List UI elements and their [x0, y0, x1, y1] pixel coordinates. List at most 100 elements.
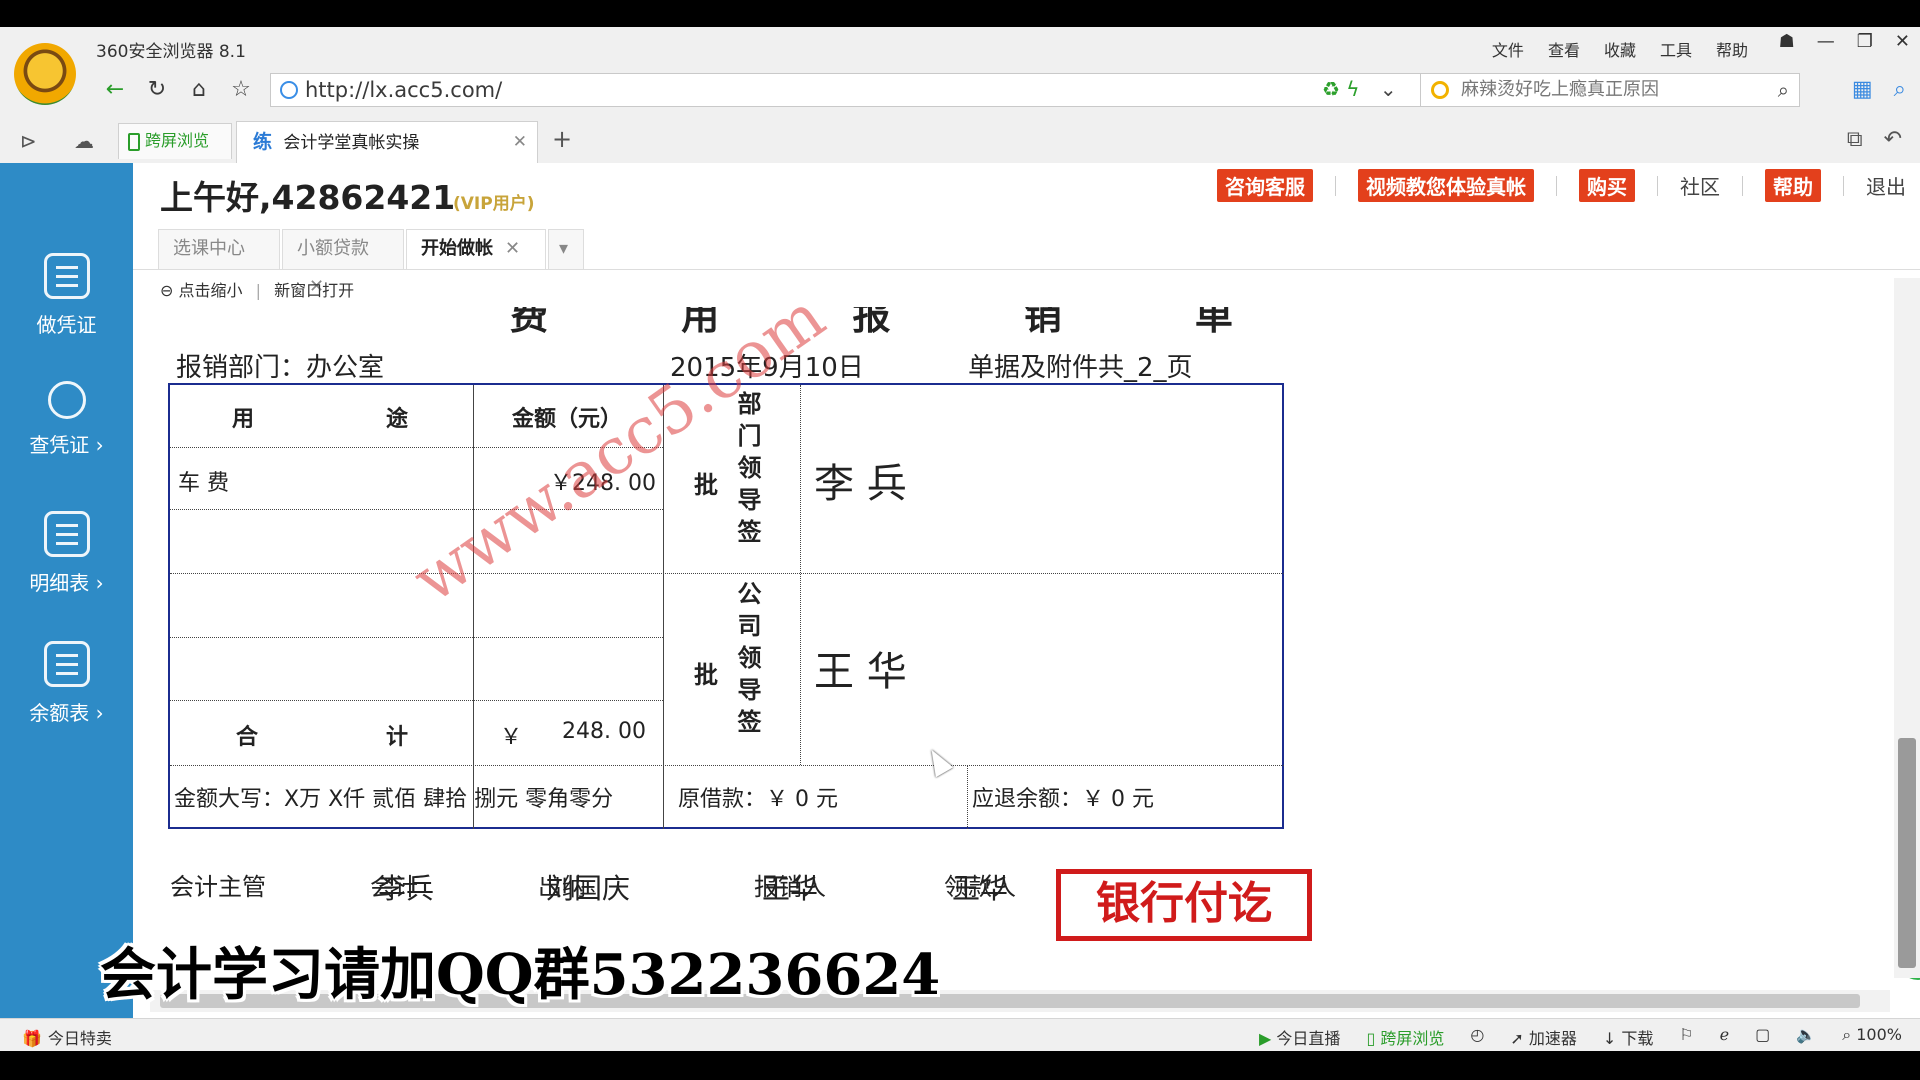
search-engine-icon: [1431, 81, 1449, 99]
col-purpose-b: 途: [386, 407, 409, 432]
skin-icon[interactable]: ☗: [1779, 31, 1795, 52]
back-icon[interactable]: ←: [100, 75, 130, 105]
company-approval-label: 公司领导签: [733, 581, 761, 741]
refresh-icon[interactable]: ↻: [142, 75, 172, 105]
tab-microloan[interactable]: 小额贷款✕: [282, 229, 404, 297]
sidebar-item-query-voucher[interactable]: 查凭证 ›: [0, 381, 133, 458]
tab-active[interactable]: 练 会计学堂真帐实操 ✕: [236, 121, 538, 163]
tab-row: ⊳ ☁ 跨屏浏览 练 会计学堂真帐实操 ✕ + ⧉ ↶: [0, 117, 1920, 163]
sidebar-item-detail[interactable]: 明细表 ›: [0, 511, 133, 596]
menu-tools[interactable]: 工具: [1658, 35, 1694, 63]
borrowed-amount: 原借款：￥ 0 元: [678, 787, 838, 812]
tab-start-bookkeeping[interactable]: 开始做帐 ✕: [406, 229, 546, 269]
magnifier-icon[interactable]: ⌕: [1894, 77, 1906, 102]
tab-course-center[interactable]: 选课中心: [158, 229, 280, 269]
flag-icon[interactable]: ⚐: [1679, 1025, 1693, 1049]
new-tab-icon[interactable]: +: [552, 125, 572, 153]
sidebar-label: 明细表 ›: [29, 571, 104, 595]
browser-menu: 文件 查看 收藏 工具 帮助: [1490, 35, 1750, 63]
browser-title: 360安全浏览器 8.1: [96, 42, 246, 62]
vertical-scrollbar[interactable]: [1894, 278, 1920, 978]
community-link[interactable]: 社区: [1680, 171, 1720, 200]
recycle-icon[interactable]: ♻: [1322, 77, 1340, 101]
live-label: 今日直播: [1276, 1029, 1341, 1048]
sidebar-toggle-icon[interactable]: ⊳: [20, 129, 37, 153]
maximize-icon[interactable]: ❐: [1857, 31, 1873, 52]
divider: [1843, 175, 1844, 196]
zoom-level[interactable]: ⌕ 100%: [1842, 1025, 1902, 1049]
tab-dropdown[interactable]: ▾: [548, 229, 584, 269]
sidebar-label: 余额表 ›: [29, 701, 104, 725]
apps-icon[interactable]: ▦: [1852, 77, 1873, 102]
search-placeholder: 麻辣烫好吃上瘾真正原因: [1461, 79, 1659, 100]
tab-label: 小额贷款: [297, 238, 369, 259]
grid-line: [170, 700, 663, 701]
cashier-field: 出纳 刘国庆: [538, 867, 630, 907]
expense-form-document: 费 用 报 销 单 报销部门：办公室 2015年9月10日 单据及附件共_2_页…: [150, 307, 1826, 967]
close-icon[interactable]: ✕: [1895, 31, 1910, 52]
buy-button[interactable]: 购买: [1579, 169, 1635, 202]
undo-icon[interactable]: ↶: [1884, 127, 1902, 152]
dept-approval-pi: 批: [694, 471, 718, 499]
star-icon[interactable]: ☆: [226, 75, 256, 105]
department: 报销部门：办公室: [176, 353, 385, 383]
tab-close-icon[interactable]: ✕: [513, 122, 527, 162]
document-icon: [43, 253, 90, 299]
tab-split-browse[interactable]: 跨屏浏览: [118, 123, 232, 159]
menu-view[interactable]: 查看: [1546, 35, 1582, 63]
restore-tabs-icon[interactable]: ⧉: [1847, 127, 1863, 152]
download-button[interactable]: ↓ 下载: [1603, 1025, 1654, 1049]
zoom-label: 100%: [1856, 1025, 1902, 1044]
home-icon[interactable]: ⌂: [184, 75, 214, 105]
bottom-black-bar: [0, 1051, 1920, 1080]
minimize-icon[interactable]: —: [1817, 31, 1835, 52]
consult-button[interactable]: 咨询客服: [1217, 169, 1313, 202]
list-icon: [43, 641, 90, 687]
zoom-out-link[interactable]: 点击缩小: [179, 281, 243, 300]
search-icon[interactable]: ⌕: [1778, 74, 1789, 106]
address-bar[interactable]: http://lx.acc5.com/: [270, 73, 1480, 107]
app-header: 上午好,42862421 (VIP用户) 咨询客服 视频教您体验真帐 购买 社区…: [133, 163, 1920, 227]
sub-tabs: 选课中心 小额贷款✕ 开始做帐 ✕ ▾: [158, 229, 586, 297]
menu-file[interactable]: 文件: [1490, 35, 1526, 63]
logout-link[interactable]: 退出: [1866, 171, 1906, 200]
dept-signer: 李 兵: [814, 461, 907, 507]
zoom-out-icon[interactable]: ⊖: [160, 281, 173, 300]
refund-amount: 应退余额：￥ 0 元: [972, 787, 1154, 812]
top-nav: 咨询客服 视频教您体验真帐 购买 社区 帮助 退出: [1217, 169, 1906, 202]
accelerator-button[interactable]: ➚ 加速器: [1510, 1025, 1577, 1049]
scroll-thumb[interactable]: [1898, 738, 1916, 968]
search-input[interactable]: 麻辣烫好吃上瘾真正原因 ⌕: [1420, 73, 1800, 107]
ie-icon[interactable]: ℯ: [1720, 1025, 1729, 1049]
today-sale-label: 今日特卖: [47, 1029, 112, 1048]
supervisor-label: 会计主管: [170, 873, 266, 901]
video-caption: 会计学习请加QQ群532236624: [100, 942, 941, 1008]
status-tools: ▶ 今日直播 ▯ 跨屏浏览 ◴ ➚ 加速器 ↓ 下载 ⚐ ℯ ▢ 🔈 ⌕ 100…: [1259, 1025, 1902, 1049]
tab-site-icon: 练: [253, 131, 273, 153]
receiver-label: 领款人: [944, 873, 1016, 901]
grid-line: [170, 765, 1284, 766]
lightning-icon[interactable]: ϟ: [1346, 77, 1359, 101]
rocket-icon: ➚: [1510, 1029, 1529, 1048]
play-icon: ▶: [1259, 1029, 1277, 1048]
divider: |: [255, 281, 261, 300]
split-browse-button[interactable]: ▯ 跨屏浏览: [1366, 1025, 1444, 1049]
address-tools: ♻ ϟ ⌄: [1322, 77, 1397, 101]
live-button[interactable]: ▶ 今日直播: [1259, 1025, 1340, 1049]
today-sale[interactable]: 🎁 今日特卖: [22, 1025, 112, 1049]
menu-favorites[interactable]: 收藏: [1602, 35, 1638, 63]
browser-chrome: 360安全浏览器 8.1 文件 查看 收藏 工具 帮助 ☗ — ❐ ✕ ← ↻ …: [0, 27, 1920, 163]
new-window-link[interactable]: 新窗口打开: [274, 281, 354, 300]
sound-icon[interactable]: 🔈: [1796, 1025, 1816, 1049]
clock-icon[interactable]: ◴: [1470, 1025, 1484, 1049]
window-icon[interactable]: ▢: [1755, 1025, 1770, 1049]
menu-help[interactable]: 帮助: [1714, 35, 1750, 63]
cloud-icon[interactable]: ☁: [74, 129, 94, 153]
video-button[interactable]: 视频教您体验真帐: [1358, 169, 1534, 202]
chevron-down-icon[interactable]: ⌄: [1380, 77, 1397, 101]
sidebar-item-make-voucher[interactable]: 做凭证: [0, 253, 133, 338]
help-button[interactable]: 帮助: [1765, 169, 1821, 202]
tab-close-icon[interactable]: ✕: [505, 238, 520, 259]
sidebar-item-balance[interactable]: 余额表 ›: [0, 641, 133, 726]
accelerator-label: 加速器: [1528, 1029, 1577, 1048]
